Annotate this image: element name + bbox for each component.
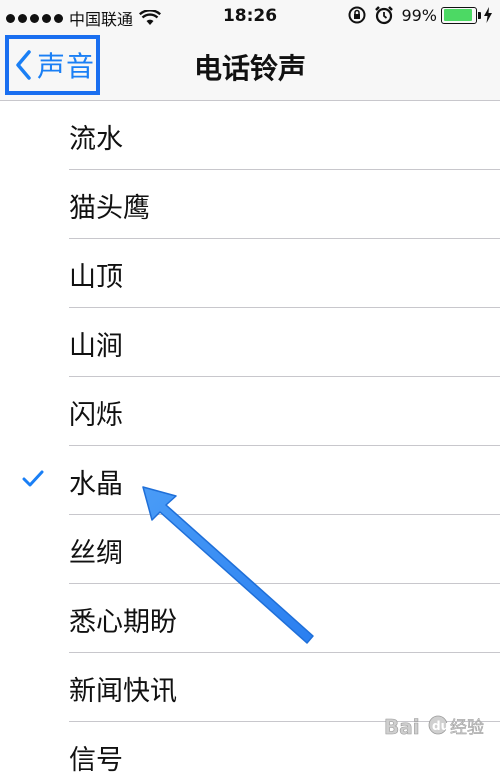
ringtone-label: 丝绸 [69,538,123,569]
battery-icon [441,6,481,24]
ringtone-label: 信号 [69,745,123,776]
ringtone-label: 闪烁 [69,400,123,431]
checkmark-icon [22,470,44,487]
battery-fill [443,9,473,21]
page-title: 电话铃声 [193,52,306,85]
ringtone-label: 悉心期盼 [69,607,177,638]
ringtone-label: 山涧 [69,331,123,362]
list-item[interactable]: 丝绸 [0,515,500,584]
charging-bolt-icon [484,7,492,23]
list-item[interactable]: 猫头鹰 [0,170,500,239]
ringtone-label: 山顶 [69,262,123,293]
svg-text:经验: 经验 [450,718,484,738]
list-item[interactable]: 闪烁 [0,377,500,446]
svg-text:Bai: Bai [384,715,420,739]
list-item[interactable]: 流水 [0,101,500,170]
ringtone-list: 流水 猫头鹰 山顶 山涧 闪烁 水晶 丝绸 悉心期盼 新闻快讯 信号 [0,101,500,782]
list-item-selected[interactable]: 水晶 [0,446,500,515]
status-bar: 中国联通 18:26 99% [0,0,500,33]
battery-percent: 99% [401,5,437,25]
list-item[interactable]: 悉心期盼 [0,584,500,653]
list-item[interactable]: 山顶 [0,239,500,308]
navigation-bar: 声音 电话铃声 [0,33,500,101]
ringtone-label: 猫头鹰 [69,193,150,224]
watermark-logo: Bai du 经验 [384,715,485,740]
list-item[interactable]: 山涧 [0,308,500,377]
status-right: 99% [347,5,492,25]
svg-text:du: du [432,719,449,733]
rotation-lock-icon [348,6,366,24]
ringtone-label: 水晶 [69,469,123,500]
ringtone-label: 流水 [69,124,123,155]
alarm-icon [375,6,394,25]
ringtone-label: 新闻快讯 [69,676,177,707]
